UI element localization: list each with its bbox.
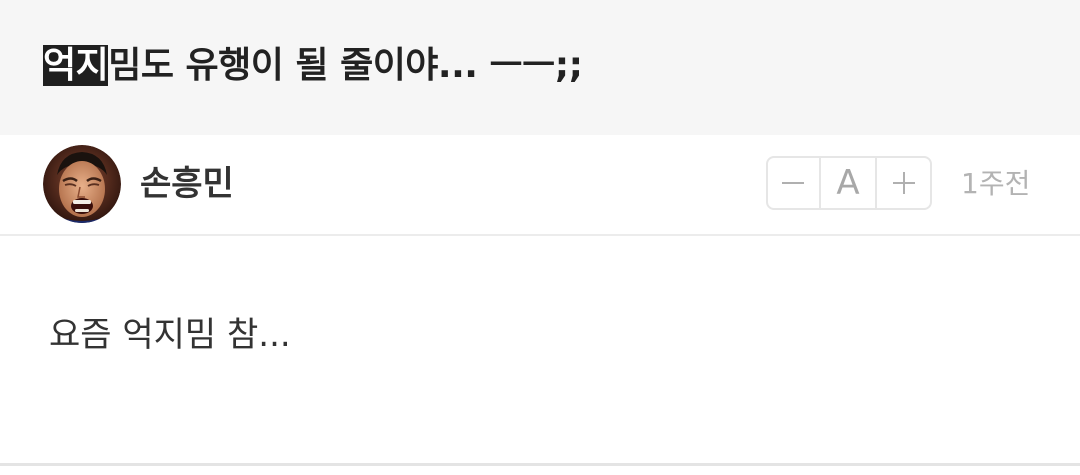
avatar[interactable] xyxy=(43,145,121,223)
post-title: 억지밈도 유행이 될 줄이야... ㅡㅡ;; xyxy=(43,36,583,96)
minus-icon xyxy=(782,182,805,184)
plus-icon xyxy=(892,172,915,194)
font-decrease-button[interactable] xyxy=(768,158,821,208)
font-increase-button[interactable] xyxy=(877,158,930,208)
divider xyxy=(0,463,1080,466)
title-text: 밈도 유행이 될 줄이야... ㅡㅡ;; xyxy=(108,45,583,86)
font-size-controls: A xyxy=(766,156,932,210)
post-title-bar: 억지밈도 유행이 될 줄이야... ㅡㅡ;; xyxy=(0,0,1080,135)
post-timestamp: 1주전 xyxy=(961,167,1031,200)
font-size-label: A xyxy=(821,158,878,208)
author-bar: 손흥민 A 1주전 xyxy=(0,135,1080,236)
title-highlight: 억지 xyxy=(43,45,109,86)
post-body: 요즘 억지밈 참... xyxy=(49,315,291,355)
profile-photo-icon xyxy=(43,145,121,223)
author-name[interactable]: 손흥민 xyxy=(140,160,234,208)
